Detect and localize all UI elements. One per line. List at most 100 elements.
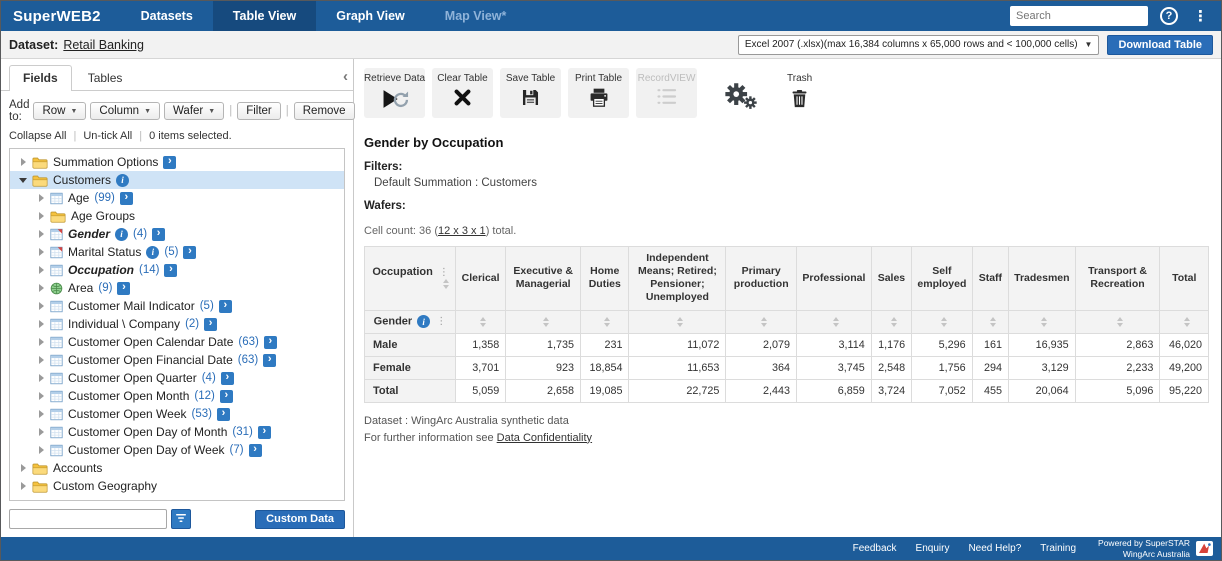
expand-caret-icon[interactable] xyxy=(34,320,48,328)
tree-item-customer-open-calendar-date[interactable]: Customer Open Calendar Date(63)› xyxy=(10,333,344,351)
open-arrow-button[interactable]: › xyxy=(258,426,271,439)
expand-caret-icon[interactable] xyxy=(34,446,48,454)
sort-icon[interactable] xyxy=(604,317,610,327)
info-icon[interactable]: i xyxy=(417,315,430,328)
column-menu-icon[interactable]: ⋮ xyxy=(439,267,449,278)
collapse-all-link[interactable]: Collapse All xyxy=(9,130,66,142)
footer-link-training[interactable]: Training xyxy=(1040,543,1076,554)
open-arrow-button[interactable]: › xyxy=(219,300,232,313)
sort-icon[interactable] xyxy=(761,317,767,327)
tree-item-occupation[interactable]: Occupation(14)› xyxy=(10,261,344,279)
open-arrow-button[interactable]: › xyxy=(204,318,217,331)
expand-caret-icon[interactable] xyxy=(16,464,30,472)
expand-caret-icon[interactable] xyxy=(16,482,30,490)
tree-item-customer-open-day-of-week[interactable]: Customer Open Day of Week(7)› xyxy=(10,441,344,459)
open-arrow-button[interactable]: › xyxy=(117,282,130,295)
expand-caret-icon[interactable] xyxy=(34,338,48,346)
remove-button[interactable]: Remove xyxy=(294,102,355,120)
trash-button[interactable]: Trash xyxy=(787,68,812,111)
cell-count-link[interactable]: 12 x 3 x 1 xyxy=(438,225,486,237)
tree-item-age[interactable]: Age(99)› xyxy=(10,189,344,207)
dataset-name-link[interactable]: Retail Banking xyxy=(63,38,144,52)
sort-icon[interactable] xyxy=(990,317,996,327)
expand-caret-icon[interactable] xyxy=(34,302,48,310)
open-arrow-button[interactable]: › xyxy=(264,336,277,349)
sort-icon[interactable] xyxy=(1041,317,1047,327)
tree-item-area[interactable]: Area(9)› xyxy=(10,279,344,297)
tab-fields[interactable]: Fields xyxy=(9,65,72,91)
help-button[interactable]: ? xyxy=(1160,7,1178,25)
download-table-button[interactable]: Download Table xyxy=(1107,35,1213,55)
open-arrow-button[interactable]: › xyxy=(152,228,165,241)
open-arrow-button[interactable]: › xyxy=(249,444,262,457)
open-arrow-button[interactable]: › xyxy=(164,264,177,277)
nav-table-view[interactable]: Table View xyxy=(213,1,316,31)
expand-caret-icon[interactable] xyxy=(34,230,48,238)
nav-graph-view[interactable]: Graph View xyxy=(316,1,425,31)
collapse-caret-icon[interactable] xyxy=(16,178,30,183)
footer-link-need-help[interactable]: Need Help? xyxy=(968,543,1021,554)
footer-link-enquiry[interactable]: Enquiry xyxy=(916,543,950,554)
sort-icon[interactable] xyxy=(1117,317,1123,327)
sort-icon[interactable] xyxy=(443,279,449,289)
tree-item-customer-open-quarter[interactable]: Customer Open Quarter(4)› xyxy=(10,369,344,387)
open-arrow-button[interactable]: › xyxy=(263,354,276,367)
field-filter-input[interactable] xyxy=(9,509,167,529)
open-arrow-button[interactable]: › xyxy=(220,390,233,403)
tree-item-accounts[interactable]: Accounts xyxy=(10,459,344,477)
tree-item-customer-mail-indicator[interactable]: Customer Mail Indicator(5)› xyxy=(10,297,344,315)
footer-link-feedback[interactable]: Feedback xyxy=(853,543,897,554)
export-format-select[interactable]: Excel 2007 (.xlsx)(max 16,384 columns x … xyxy=(738,35,1100,55)
expand-caret-icon[interactable] xyxy=(34,194,48,202)
tree-item-individual-company[interactable]: Individual \ Company(2)› xyxy=(10,315,344,333)
info-icon[interactable]: i xyxy=(146,246,159,259)
tree-item-customer-open-month[interactable]: Customer Open Month(12)› xyxy=(10,387,344,405)
clear-table-button[interactable]: Clear Table xyxy=(432,68,493,118)
info-icon[interactable]: i xyxy=(116,174,129,187)
expand-caret-icon[interactable] xyxy=(34,392,48,400)
sort-icon[interactable] xyxy=(833,317,839,327)
open-arrow-button[interactable]: › xyxy=(217,408,230,421)
data-confidentiality-link[interactable]: Data Confidentiality xyxy=(497,432,592,444)
expand-caret-icon[interactable] xyxy=(34,248,48,256)
expand-caret-icon[interactable] xyxy=(34,284,48,292)
row-menu-icon[interactable]: ⋮ xyxy=(436,316,446,327)
search-input[interactable] xyxy=(1010,6,1148,26)
save-table-button[interactable]: Save Table xyxy=(500,68,561,118)
open-arrow-button[interactable]: › xyxy=(120,192,133,205)
sort-icon[interactable] xyxy=(677,317,683,327)
expand-caret-icon[interactable] xyxy=(16,158,30,166)
sort-icon[interactable] xyxy=(480,317,486,327)
tree-item-custom-geography[interactable]: Custom Geography xyxy=(10,477,344,495)
expand-caret-icon[interactable] xyxy=(34,374,48,382)
add-to-row-dropdown[interactable]: Row▼ xyxy=(33,102,86,120)
sort-icon[interactable] xyxy=(1184,317,1190,327)
expand-caret-icon[interactable] xyxy=(34,266,48,274)
tree-item-customer-open-week[interactable]: Customer Open Week(53)› xyxy=(10,405,344,423)
sort-icon[interactable] xyxy=(543,317,549,327)
add-to-wafer-dropdown[interactable]: Wafer▼ xyxy=(164,102,224,120)
field-filter-button[interactable] xyxy=(171,509,191,529)
open-arrow-button[interactable]: › xyxy=(183,246,196,259)
info-icon[interactable]: i xyxy=(115,228,128,241)
sort-icon[interactable] xyxy=(941,317,947,327)
filter-button[interactable]: Filter xyxy=(237,102,281,120)
overflow-menu-button[interactable]: ⋮ xyxy=(1190,7,1211,25)
retrieve-data-button[interactable]: Retrieve Data xyxy=(364,68,425,118)
tree-item-customer-open-day-of-month[interactable]: Customer Open Day of Month(31)› xyxy=(10,423,344,441)
tree-item-marital-status[interactable]: Marital Statusi(5)› xyxy=(10,243,344,261)
print-table-button[interactable]: Print Table xyxy=(568,68,629,118)
collapse-sidebar-button[interactable]: ‹ xyxy=(343,69,348,84)
tree-item-customer-open-financial-date[interactable]: Customer Open Financial Date(63)› xyxy=(10,351,344,369)
table-options-button[interactable] xyxy=(723,81,757,114)
tree-item-customers[interactable]: Customersi xyxy=(10,171,344,189)
custom-data-button[interactable]: Custom Data xyxy=(255,510,345,529)
expand-caret-icon[interactable] xyxy=(34,410,48,418)
nav-map-view[interactable]: Map View* xyxy=(425,1,527,31)
untick-all-link[interactable]: Un-tick All xyxy=(83,130,132,142)
sort-icon[interactable] xyxy=(891,317,897,327)
expand-caret-icon[interactable] xyxy=(34,212,48,220)
nav-datasets[interactable]: Datasets xyxy=(121,1,213,31)
tree-item-gender[interactable]: Genderi(4)› xyxy=(10,225,344,243)
expand-caret-icon[interactable] xyxy=(34,428,48,436)
